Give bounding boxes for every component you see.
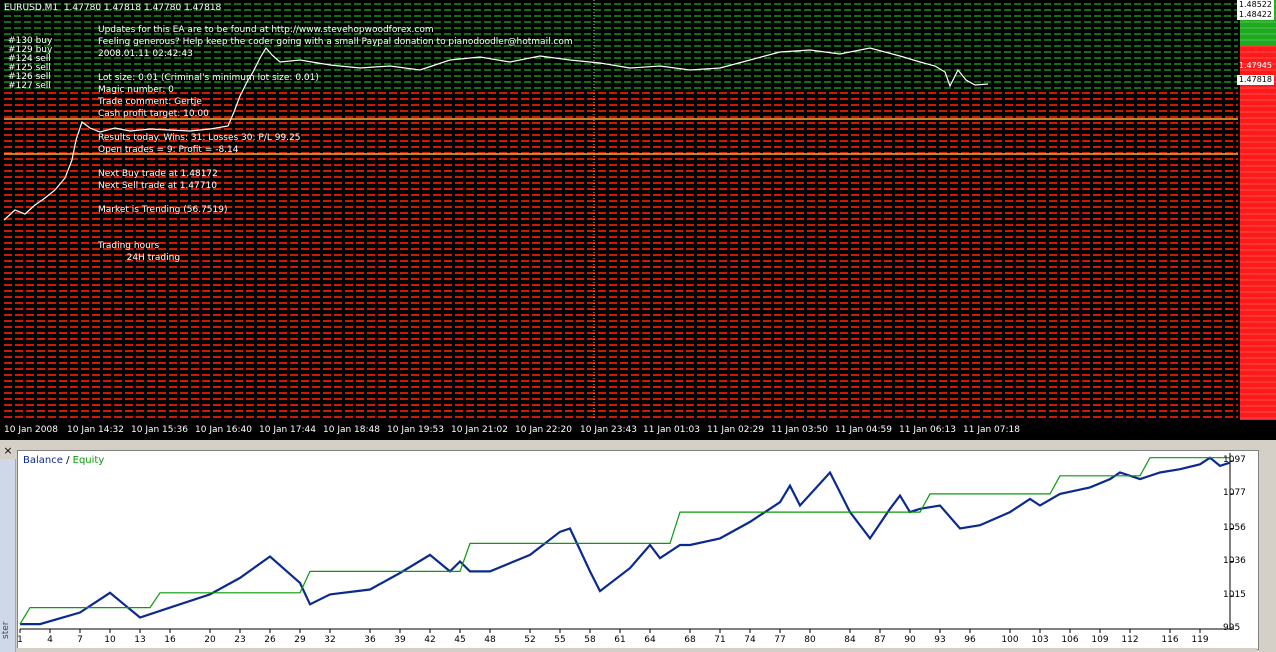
- y-tick-label: 1056: [1223, 522, 1246, 533]
- x-tick-label: 1: [17, 635, 23, 645]
- info-line: 2008.01.11 02:42:43: [98, 49, 193, 59]
- y-tick-label: 1015: [1223, 590, 1246, 601]
- legend-equity: Equity: [72, 455, 105, 466]
- price-label: 1.47945: [1238, 61, 1272, 70]
- x-tick-label: 32: [324, 635, 336, 645]
- balance-equity-chart: Balance / Equity 995 1015 1036 1056 1077 1097…: [17, 450, 1259, 650]
- y-tick-label: 1097: [1223, 455, 1246, 465]
- x-tick-label: 80: [804, 635, 816, 645]
- balance-chart-canvas: [19, 453, 1234, 633]
- x-tick-label: 10: [104, 635, 116, 645]
- x-tick-label: 61: [614, 635, 626, 645]
- tester-side-strip[interactable]: ster: [0, 459, 16, 652]
- x-tick-label: 87: [874, 635, 886, 645]
- price-label: 1.47818: [1236, 75, 1274, 85]
- x-tick-label: 77: [774, 635, 786, 645]
- equity-line: [19, 457, 1230, 625]
- x-tick-label: 109: [1091, 635, 1109, 645]
- info-line: Magic number: 0: [98, 85, 174, 95]
- time-tick: 11 Jan 06:13: [899, 425, 956, 435]
- info-line: Cash profit target: 10.00: [98, 109, 209, 119]
- x-tick-label: 13: [134, 635, 146, 645]
- time-tick: 10 Jan 22:20: [515, 425, 572, 435]
- info-line: Next Buy trade at 1.48172: [98, 169, 218, 179]
- info-line: Next Sell trade at 1.47710: [98, 181, 217, 191]
- time-tick: 10 Jan 17:44: [259, 425, 316, 435]
- time-tick: 10 Jan 21:02: [451, 425, 508, 435]
- time-tick: 10 Jan 16:40: [195, 425, 252, 435]
- time-tick: 11 Jan 04:59: [835, 425, 892, 435]
- x-tick-label: 20: [204, 635, 216, 645]
- info-line: Updates for this EA are to be found at h…: [98, 25, 434, 35]
- tester-panel: × ster Balance / Equity 995 1015 1036 1056 1…: [0, 445, 1276, 652]
- x-tick-label: 116: [1161, 635, 1179, 645]
- time-tick: 10 Jan 15:36: [131, 425, 188, 435]
- time-tick: 11 Jan 03:50: [771, 425, 828, 435]
- x-tick-label: 84: [844, 635, 856, 645]
- time-tick: 11 Jan 01:03: [643, 425, 700, 435]
- balance-line: [20, 456, 1231, 626]
- y-tick-label: 995: [1223, 623, 1241, 633]
- time-tick: 11 Jan 07:18: [963, 425, 1020, 435]
- x-tick-label: 45: [454, 635, 466, 645]
- x-tick-label: 36: [364, 635, 376, 645]
- info-line: Open trades = 9: Profit = -8.14: [98, 145, 239, 155]
- close-icon[interactable]: ×: [2, 445, 14, 457]
- x-tick-label: 29: [294, 635, 306, 645]
- time-tick: 11 Jan 02:29: [707, 425, 764, 435]
- x-tick-label: 58: [584, 635, 596, 645]
- x-tick-label: 96: [964, 635, 976, 645]
- legend-separator: /: [66, 455, 70, 466]
- x-tick-label: 4: [47, 635, 53, 645]
- x-tick-label: 48: [484, 635, 496, 645]
- time-tick: 10 Jan 23:43: [580, 425, 637, 435]
- x-tick-label: 39: [394, 635, 406, 645]
- y-tick-label: 1036: [1223, 555, 1246, 566]
- time-tick: 10 Jan 14:32: [67, 425, 124, 435]
- time-tick: 10 Jan 18:48: [323, 425, 380, 435]
- trade-tag: #127 sell: [8, 81, 51, 91]
- time-tick: 10 Jan 19:53: [387, 425, 444, 435]
- info-line: Lot size: 0.01 (Criminal's minimum lot s…: [98, 73, 319, 83]
- info-line: Feeling generous? Help keep the coder go…: [98, 37, 573, 47]
- info-line: Trading hours: [98, 241, 160, 251]
- x-tick-label: 71: [714, 635, 726, 645]
- legend-balance: Balance: [23, 455, 63, 466]
- price-chart[interactable]: EURUSD,M1 1.47780 1.47818 1.47780 1.4781…: [0, 0, 1276, 440]
- x-tick-label: 42: [424, 635, 436, 645]
- x-tick-label: 68: [684, 635, 696, 645]
- x-tick-label: 26: [264, 635, 276, 645]
- x-tick-label: 55: [554, 635, 566, 645]
- x-tick-label: 74: [744, 635, 756, 645]
- x-tick-label: 106: [1061, 635, 1079, 645]
- chart-header: EURUSD,M1 1.47780 1.47818 1.47780 1.4781…: [4, 3, 222, 13]
- tester-side-label: ster: [1, 621, 11, 639]
- x-tick-label: 112: [1121, 635, 1139, 645]
- x-tick-label: 7: [77, 635, 83, 645]
- x-tick-label: 16: [164, 635, 176, 645]
- y-tick-label: 1077: [1223, 487, 1246, 498]
- price-chart-canvas: [3, 0, 1276, 420]
- info-line: Results today. Wins: 31: Losses 30: P/L …: [98, 133, 301, 143]
- info-line: Trade comment: Gertje: [98, 97, 202, 107]
- tab-strip[interactable]: [17, 648, 1257, 652]
- x-tick-label: 100: [1001, 635, 1019, 645]
- time-tick: 10 Jan 2008: [4, 425, 58, 435]
- x-tick-label: 90: [904, 635, 916, 645]
- info-line: 24H trading: [98, 253, 181, 263]
- x-tick-label: 64: [644, 635, 656, 645]
- x-tick-label: 93: [934, 635, 946, 645]
- x-tick-label: 119: [1191, 635, 1209, 645]
- x-tick-label: 52: [524, 635, 536, 645]
- chart-legend: Balance / Equity: [23, 455, 104, 466]
- info-line: Market is Trending (56.7519): [98, 205, 228, 215]
- x-tick-label: 23: [234, 635, 246, 645]
- price-label: 1.48422: [1236, 10, 1274, 20]
- x-tick-label: 103: [1031, 635, 1049, 645]
- price-label: 1.48522: [1236, 0, 1274, 10]
